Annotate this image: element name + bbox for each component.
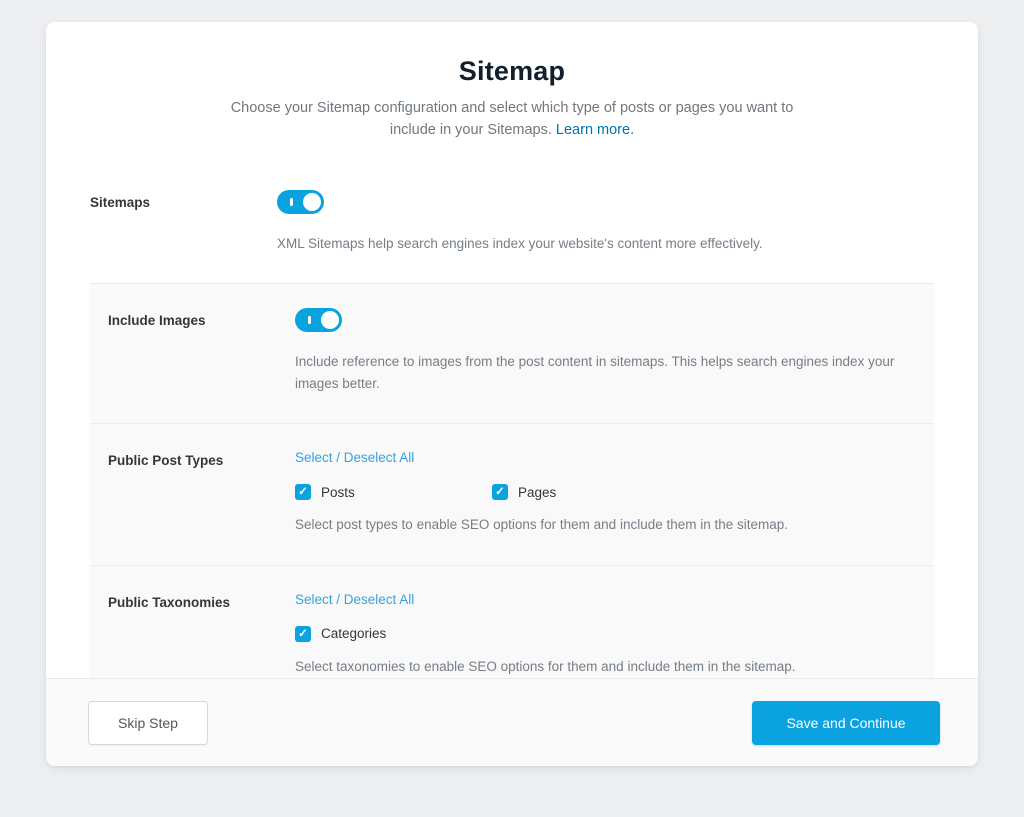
checkmark-icon: ✓: [295, 484, 311, 500]
sitemaps-toggle[interactable]: [277, 190, 324, 214]
wizard-footer: Skip Step Save and Continue: [46, 678, 978, 766]
step-header: Sitemap Choose your Sitemap configuratio…: [46, 22, 978, 142]
checkbox-pages-label: Pages: [518, 485, 556, 500]
page-title: Sitemap: [46, 56, 978, 87]
toggle-on-icon: [308, 316, 311, 324]
row-sitemaps: Sitemaps XML Sitemaps help search engine…: [90, 166, 934, 284]
sitemaps-label: Sitemaps: [90, 190, 277, 210]
save-and-continue-button[interactable]: Save and Continue: [752, 701, 940, 745]
toggle-knob: [303, 193, 321, 211]
sitemap-settings-form: Sitemaps XML Sitemaps help search engine…: [90, 166, 934, 707]
checkbox-posts-label: Posts: [321, 485, 355, 500]
public-taxonomies-label: Public Taxonomies: [108, 590, 295, 610]
row-include-images: Include Images Include reference to imag…: [90, 283, 934, 423]
include-images-label: Include Images: [108, 308, 295, 328]
checkmark-icon: ✓: [295, 626, 311, 642]
public-post-types-label: Public Post Types: [108, 448, 295, 468]
row-public-post-types: Public Post Types Select / Deselect All …: [90, 423, 934, 565]
checkmark-icon: ✓: [492, 484, 508, 500]
checkbox-posts[interactable]: ✓ Posts: [295, 484, 492, 500]
include-images-toggle[interactable]: [295, 308, 342, 332]
taxonomies-select-deselect-all-link[interactable]: Select / Deselect All: [295, 590, 414, 607]
checkbox-categories-label: Categories: [321, 626, 386, 641]
checkbox-pages[interactable]: ✓ Pages: [492, 484, 689, 500]
learn-more-link[interactable]: Learn more.: [556, 122, 634, 138]
subtitle-line-1: Choose your Sitemap configuration and se…: [231, 100, 794, 116]
setup-wizard-card: Sitemap Choose your Sitemap configuratio…: [46, 22, 978, 766]
post-types-select-deselect-all-link[interactable]: Select / Deselect All: [295, 448, 414, 465]
toggle-knob: [321, 311, 339, 329]
checkbox-categories[interactable]: ✓ Categories: [295, 626, 492, 642]
public-post-types-description: Select post types to enable SEO options …: [295, 514, 916, 536]
subtitle-line-2: include in your Sitemaps.: [390, 122, 552, 138]
toggle-on-icon: [290, 198, 293, 206]
public-taxonomies-description: Select taxonomies to enable SEO options …: [295, 656, 916, 678]
sitemaps-description: XML Sitemaps help search engines index y…: [277, 233, 902, 255]
include-images-description: Include reference to images from the pos…: [295, 351, 916, 394]
skip-step-button[interactable]: Skip Step: [88, 701, 208, 745]
page-subtitle: Choose your Sitemap configuration and se…: [192, 98, 832, 142]
